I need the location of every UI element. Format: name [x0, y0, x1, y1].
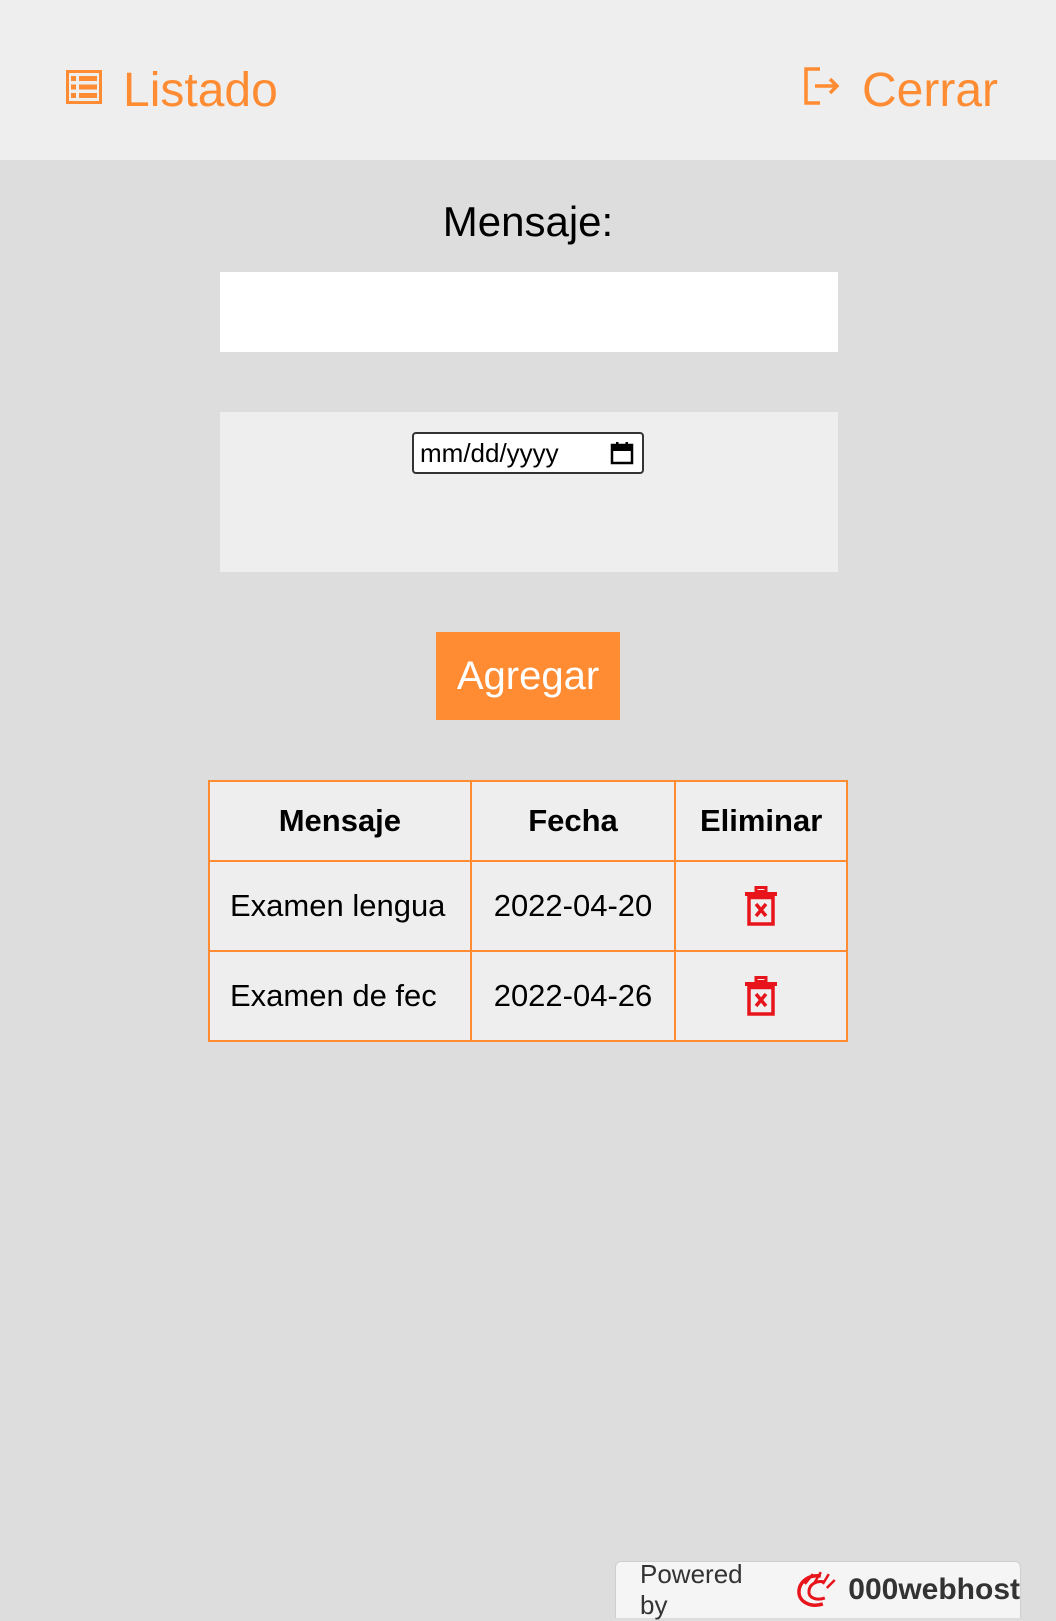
table-header-row: Mensaje Fecha Eliminar: [208, 780, 848, 862]
logout-icon: [804, 66, 840, 105]
top-nav-bar: Listado Cerrar: [0, 0, 1056, 160]
cerrar-label: Cerrar: [862, 64, 999, 117]
row-mensaje: Examen de fec: [208, 950, 472, 1042]
powered-by-text: Powered by: [640, 1559, 743, 1620]
webhost-logo-icon: [796, 1571, 836, 1607]
row-mensaje: Examen lengua: [208, 860, 472, 952]
date-panel: mm/dd/yyyy: [220, 412, 838, 572]
listado-label: Listado: [123, 64, 278, 117]
message-label: Mensaje:: [442, 198, 614, 245]
message-input[interactable]: [220, 272, 838, 352]
list-icon: [66, 69, 102, 104]
date-placeholder: mm/dd/yyyy: [420, 437, 559, 468]
table-row: Examen lengua 2022-04-20: [208, 860, 848, 952]
header-eliminar: Eliminar: [674, 780, 848, 862]
trash-icon[interactable]: [744, 976, 778, 1016]
listado-link[interactable]: Listado: [66, 63, 278, 118]
powered-by-badge[interactable]: Powered by 000webhost: [615, 1559, 1021, 1620]
messages-table: Mensaje Fecha Eliminar Examen lengua 202…: [208, 780, 848, 1042]
table-row: Examen de fec 2022-04-26: [208, 950, 848, 1042]
header-fecha: Fecha: [469, 780, 677, 862]
calendar-icon[interactable]: [610, 441, 634, 465]
webhost-brand: 000webhost: [848, 1573, 1020, 1606]
date-input[interactable]: mm/dd/yyyy: [412, 432, 644, 474]
header-mensaje: Mensaje: [208, 780, 472, 862]
trash-icon[interactable]: [744, 886, 778, 926]
add-button[interactable]: Agregar: [436, 632, 620, 720]
row-eliminar: [674, 950, 848, 1042]
cerrar-link[interactable]: Cerrar: [802, 63, 998, 118]
row-eliminar: [674, 860, 848, 952]
row-fecha: 2022-04-26: [469, 950, 677, 1042]
row-fecha: 2022-04-20: [469, 860, 677, 952]
